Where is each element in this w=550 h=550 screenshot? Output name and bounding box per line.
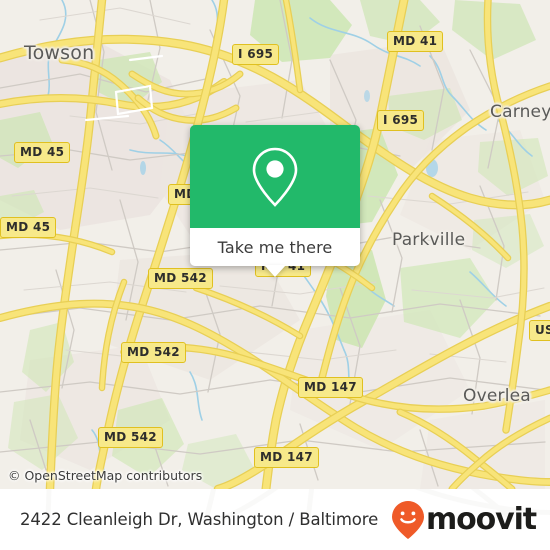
moovit-logo[interactable]: moovit <box>391 500 537 540</box>
moovit-wordmark: moovit <box>425 501 537 537</box>
bottom-info-bar: 2422 Cleanleigh Dr, Washington / Baltimo… <box>0 489 550 550</box>
map-canvas[interactable]: .park { fill: #cde6b3; } .park2 { fill: … <box>0 0 550 489</box>
shield-md-45-upper: MD 45 <box>14 142 71 163</box>
location-address-text: 2422 Cleanleigh Dr, Washington / Baltimo… <box>20 510 379 529</box>
shield-i-695-right: I 695 <box>377 110 425 131</box>
shield-md-542-upper: MD 542 <box>148 268 213 289</box>
shield-md-41-top: MD 41 <box>387 31 444 52</box>
popup-hero-panel <box>190 125 360 228</box>
location-popup-card[interactable]: Take me there <box>190 125 360 277</box>
shield-md-147-lower: MD 147 <box>254 447 319 468</box>
moovit-smiley-pin-icon <box>391 500 424 539</box>
popup-tail-pointer <box>264 265 286 277</box>
shield-md-542-lower: MD 542 <box>98 427 163 448</box>
location-pin-icon <box>252 147 298 207</box>
shield-md-147-upper: MD 147 <box>298 377 363 398</box>
shield-md-45-lower: MD 45 <box>0 217 57 238</box>
shield-md-542-middle: MD 542 <box>121 342 186 363</box>
map-screenshot-app: .park { fill: #cde6b3; } .park2 { fill: … <box>0 0 550 550</box>
take-me-there-label: Take me there <box>217 237 333 257</box>
shield-i-695-top: I 695 <box>232 44 280 65</box>
popup-footer[interactable]: Take me there <box>190 228 360 277</box>
osm-attribution[interactable]: © OpenStreetMap contributors <box>8 468 202 483</box>
shield-us-right-edge: US <box>529 320 550 341</box>
